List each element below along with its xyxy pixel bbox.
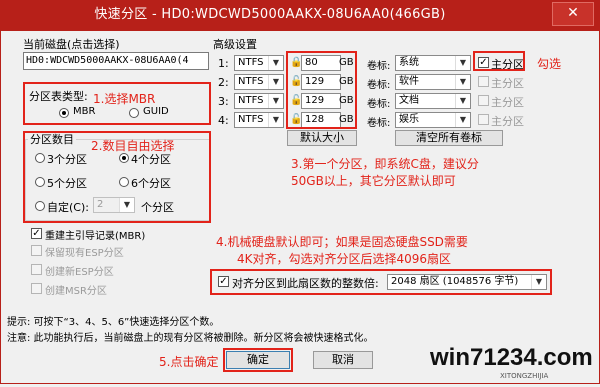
row2-fs-select[interactable]: NTFS ▼ <box>234 74 284 90</box>
hint-line2: 注意: 此功能执行后，当前磁盘上的现有分区将被删除。新分区将会被快速格式化。 <box>7 333 374 344</box>
annotation-step4-line1: 4.机械硬盘默认即可；如果是固态硬盘SSD需要 <box>216 235 468 249</box>
highlight-align <box>210 269 552 295</box>
row3-fs-select[interactable]: NTFS ▼ <box>234 93 284 109</box>
watermark: win71234.com XITONGZHIJIA <box>430 334 600 384</box>
window-title: 快速分区 - HD0:WDCWD5000AAKX-08U6AA0(466GB) <box>94 7 446 22</box>
watermark-sub: XITONGZHIJIA <box>500 372 549 380</box>
highlight-sizes <box>286 51 357 129</box>
rebuild-mbr-checkbox[interactable]: ✓ <box>31 228 42 239</box>
advanced-label: 高级设置 <box>213 38 257 51</box>
hint-line1: 提示: 可按下“3、4、5、6”快速选择分区个数。 <box>7 317 220 328</box>
create-msr-checkbox[interactable] <box>31 283 42 294</box>
chevron-down-icon: ▼ <box>268 94 283 108</box>
current-disk-field[interactable]: HD0:WDCWD5000AAKX-08U6AA0(4 <box>23 52 209 70</box>
chevron-down-icon: ▼ <box>268 113 283 127</box>
annotation-check: 勾选 <box>537 57 562 71</box>
row3-index: 3: <box>218 95 229 108</box>
row2-volume-select[interactable]: 软件 ▼ <box>395 74 471 90</box>
row2-volume-value: 软件 <box>399 76 419 87</box>
row4-index: 4: <box>218 114 229 127</box>
create-esp-checkbox[interactable] <box>31 264 42 275</box>
chevron-down-icon: ▼ <box>455 113 470 127</box>
row2-primary-checkbox[interactable] <box>478 76 489 87</box>
row1-vol-label: 卷标: <box>367 61 391 72</box>
chevron-down-icon: ▼ <box>268 56 283 70</box>
row3-primary-label: 主分区 <box>491 96 524 109</box>
watermark-text: win71234.com <box>430 344 593 371</box>
row4-primary-checkbox[interactable] <box>478 114 489 125</box>
row1-volume-select[interactable]: 系统 ▼ <box>395 55 471 71</box>
close-button[interactable]: ✕ <box>552 2 594 26</box>
annotation-step3-line2: 50GB以上，其它分区默认即可 <box>291 174 456 188</box>
default-size-button[interactable]: 默认大小 <box>287 130 357 146</box>
rebuild-mbr-label: 重建主引导记录(MBR) <box>45 231 146 242</box>
highlight-primary <box>473 51 525 71</box>
cancel-button[interactable]: 取消 <box>313 351 373 369</box>
row2-vol-label: 卷标: <box>367 80 391 91</box>
row3-volume-value: 文档 <box>399 95 419 106</box>
title-bar: 快速分区 - HD0:WDCWD5000AAKX-08U6AA0(466GB) … <box>0 0 600 30</box>
row1-fs-select[interactable]: NTFS ▼ <box>234 55 284 71</box>
row4-fs-value: NTFS <box>238 114 264 125</box>
row1-volume-value: 系统 <box>399 57 419 68</box>
create-msr-label: 创建MSR分区 <box>45 286 107 297</box>
row2-fs-value: NTFS <box>238 76 264 87</box>
chevron-down-icon: ▼ <box>268 75 283 89</box>
row4-primary-label: 主分区 <box>491 115 524 128</box>
row4-volume-select[interactable]: 娱乐 ▼ <box>395 112 471 128</box>
clear-labels-button[interactable]: 清空所有卷标 <box>395 130 503 146</box>
annotation-step3-line1: 3.第一个分区，即系统C盘，建议分 <box>291 157 479 171</box>
row2-index: 2: <box>218 76 229 89</box>
row4-fs-select[interactable]: NTFS ▼ <box>234 112 284 128</box>
row4-vol-label: 卷标: <box>367 118 391 129</box>
row3-vol-label: 卷标: <box>367 99 391 110</box>
row3-primary-checkbox[interactable] <box>478 95 489 106</box>
keep-esp-label: 保留现有ESP分区 <box>45 248 124 259</box>
annotation-step1: 1.选择MBR <box>93 92 156 106</box>
highlight-ok <box>223 348 293 372</box>
annotation-step5: 5.点击确定 <box>159 355 219 369</box>
chevron-down-icon: ▼ <box>455 56 470 70</box>
chevron-down-icon: ▼ <box>455 75 470 89</box>
create-esp-label: 创建新ESP分区 <box>45 267 114 278</box>
annotation-step4-line2: 4K对齐，勾选对齐分区后选择4096扇区 <box>237 252 452 266</box>
dialog-body: 当前磁盘(点击选择) HD0:WDCWD5000AAKX-08U6AA0(4 分… <box>0 30 600 384</box>
row1-index: 1: <box>218 57 229 70</box>
current-disk-label: 当前磁盘(点击选择) <box>23 38 120 51</box>
row2-primary-label: 主分区 <box>491 77 524 90</box>
annotation-step2: 2.数目自由选择 <box>91 139 175 153</box>
chevron-down-icon: ▼ <box>455 94 470 108</box>
row1-fs-value: NTFS <box>238 57 264 68</box>
row3-fs-value: NTFS <box>238 95 264 106</box>
keep-esp-checkbox[interactable] <box>31 245 42 256</box>
row4-volume-value: 娱乐 <box>399 114 419 125</box>
row3-volume-select[interactable]: 文档 ▼ <box>395 93 471 109</box>
